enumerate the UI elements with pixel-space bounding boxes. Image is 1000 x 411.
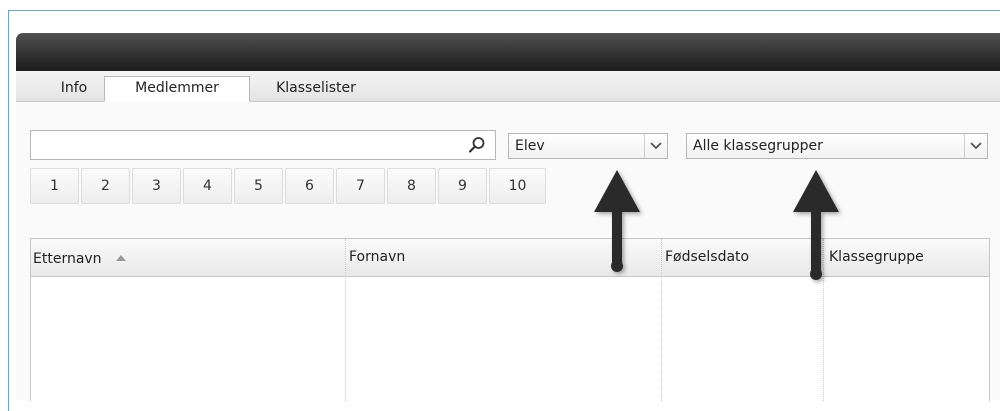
- page-button[interactable]: 9: [438, 168, 487, 204]
- chevron-down-icon[interactable]: [964, 134, 987, 158]
- column-header-label: Fornavn: [349, 249, 406, 265]
- page-button[interactable]: 3: [132, 168, 181, 204]
- page-button[interactable]: 5: [234, 168, 283, 204]
- tab-medlemmer[interactable]: Medlemmer: [104, 76, 250, 102]
- tab-strip: Info Medlemmer Klasselister: [16, 71, 1000, 102]
- class-group-select[interactable]: Alle klassegrupper: [686, 133, 988, 159]
- page-button[interactable]: 2: [81, 168, 130, 204]
- search-box: [30, 130, 496, 160]
- search-icon[interactable]: [467, 135, 487, 155]
- column-header-etternavn[interactable]: Etternavn: [31, 239, 345, 276]
- tab-label: Info: [60, 80, 88, 96]
- page-button[interactable]: 7: [336, 168, 385, 204]
- column-header-label: Fødselsdato: [665, 249, 750, 265]
- class-group-select-value: Alle klassegrupper: [693, 138, 823, 154]
- pager: 1 2 3 4 5 6 7 8 9 10: [30, 168, 548, 206]
- sort-ascending-icon: [116, 239, 127, 276]
- tab-info[interactable]: Info: [44, 77, 104, 101]
- arrow-up-icon: [594, 170, 640, 272]
- page-button[interactable]: 6: [285, 168, 334, 204]
- tab-label: Klasselister: [276, 80, 356, 96]
- chevron-down-icon[interactable]: [644, 134, 667, 158]
- column-header-label: Etternavn: [33, 251, 102, 267]
- role-select-value: Elev: [515, 138, 545, 154]
- page-button[interactable]: 10: [489, 168, 546, 204]
- arrow-up-icon: [793, 170, 839, 280]
- page-button[interactable]: 4: [183, 168, 232, 204]
- tab-label: Medlemmer: [135, 80, 219, 96]
- window-titlebar: [16, 33, 1000, 71]
- tab-klasselister[interactable]: Klasselister: [256, 77, 376, 101]
- page-button[interactable]: 1: [30, 168, 79, 204]
- page-button[interactable]: 8: [387, 168, 436, 204]
- search-input[interactable]: [37, 132, 461, 160]
- grid-body: [31, 277, 989, 401]
- role-select[interactable]: Elev: [508, 133, 668, 159]
